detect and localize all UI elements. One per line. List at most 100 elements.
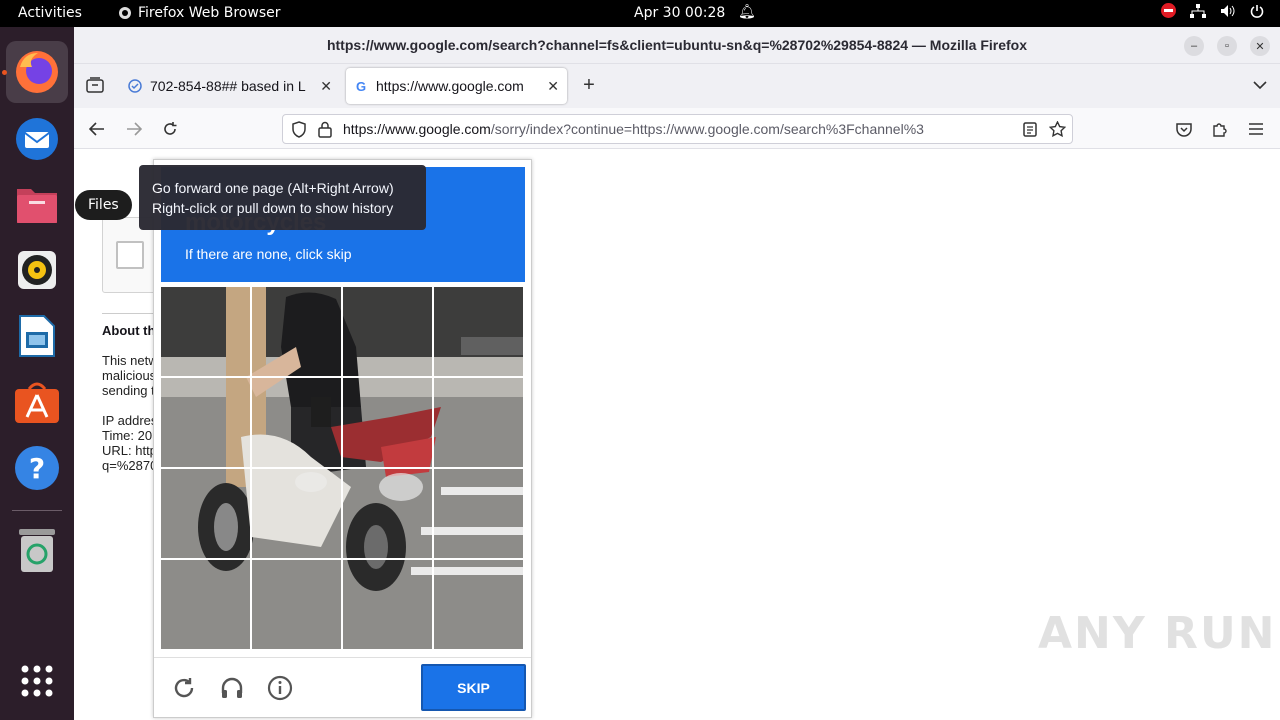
- dock-trash[interactable]: [6, 520, 68, 582]
- tile-image: [252, 560, 341, 649]
- dock-rhythmbox[interactable]: [6, 239, 68, 301]
- reload-challenge-icon[interactable]: [170, 674, 198, 702]
- back-button[interactable]: [84, 116, 110, 142]
- tile-image: [161, 469, 250, 558]
- rhythmbox-speaker-icon: [18, 251, 56, 289]
- challenge-tile[interactable]: [161, 378, 250, 467]
- dock-separator: [12, 510, 62, 511]
- challenge-tile[interactable]: [434, 560, 523, 649]
- info-icon[interactable]: [266, 674, 294, 702]
- dock-help[interactable]: ?: [6, 437, 68, 499]
- dock-firefox[interactable]: [6, 41, 68, 103]
- maximize-button[interactable]: ▫: [1217, 36, 1237, 56]
- challenge-tile[interactable]: [343, 287, 432, 376]
- activities-button[interactable]: Activities: [18, 5, 82, 21]
- about-heading: About th: [102, 323, 156, 338]
- tile-image: [161, 378, 250, 467]
- challenge-footer-divider: [154, 657, 531, 658]
- close-window-button[interactable]: ✕: [1250, 36, 1270, 56]
- network-icon: [1190, 3, 1206, 18]
- dock-thunderbird[interactable]: [6, 107, 68, 169]
- challenge-tile[interactable]: [252, 560, 341, 649]
- url-text[interactable]: https://www.google.com/sorry/index?conti…: [343, 121, 1011, 137]
- power-icon: [1250, 4, 1264, 18]
- files-folder-icon: [17, 189, 57, 223]
- firefox-small-icon: [119, 7, 131, 19]
- firefox-icon: [16, 51, 58, 93]
- window-titlebar[interactable]: https://www.google.com/search?channel=fs…: [74, 27, 1280, 64]
- challenge-tile[interactable]: [343, 378, 432, 467]
- dock-libreoffice-impress[interactable]: [6, 305, 68, 367]
- new-tab-button[interactable]: +: [576, 72, 602, 98]
- tile-image: [343, 469, 432, 558]
- tracking-protection-shield-icon[interactable]: [291, 121, 307, 138]
- tile-image: [252, 287, 341, 376]
- tile-image: [343, 560, 432, 649]
- challenge-tile[interactable]: [161, 469, 250, 558]
- tab-google[interactable]: G https://www.google.com ✕: [346, 68, 567, 104]
- extensions-puzzle-icon[interactable]: [1207, 116, 1233, 142]
- challenge-tile[interactable]: [252, 378, 341, 467]
- challenge-tile[interactable]: [343, 560, 432, 649]
- lock-icon[interactable]: [318, 121, 332, 138]
- back-arrow-icon: [89, 122, 104, 136]
- notification-bell-icon[interactable]: 🔔︎: [738, 4, 756, 20]
- pocket-icon[interactable]: [1171, 116, 1197, 142]
- forward-arrow-icon: [127, 122, 142, 136]
- minimize-button[interactable]: –: [1184, 36, 1204, 56]
- dock-files[interactable]: [6, 173, 68, 235]
- challenge-tile[interactable]: [343, 469, 432, 558]
- tab-close-icon[interactable]: ✕: [320, 78, 332, 95]
- forward-button[interactable]: [121, 116, 147, 142]
- tile-image: [161, 287, 250, 376]
- svg-text:G: G: [356, 79, 366, 93]
- url-path: /sorry/index?continue=https://www.google…: [490, 121, 924, 137]
- tile-image: [434, 287, 523, 376]
- help-icon: ?: [15, 446, 59, 490]
- clock[interactable]: Apr 30 00:28: [634, 5, 725, 21]
- bookmark-star-icon[interactable]: [1049, 121, 1066, 137]
- challenge-tile[interactable]: [434, 469, 523, 558]
- app-name-label: Firefox Web Browser: [138, 5, 281, 21]
- challenge-tile[interactable]: [161, 287, 250, 376]
- challenge-tile[interactable]: [252, 287, 341, 376]
- tile-image: [343, 287, 432, 376]
- challenge-tile[interactable]: [252, 469, 341, 558]
- dock: ?: [0, 27, 74, 720]
- tile-image: [161, 560, 250, 649]
- do-not-disturb-icon: [1161, 3, 1176, 18]
- app-center-icon: [15, 382, 59, 423]
- challenge-instruction: If there are none, click skip: [185, 246, 352, 262]
- challenge-tile[interactable]: [434, 287, 523, 376]
- hamburger-menu-icon[interactable]: [1243, 116, 1269, 142]
- tile-image: [252, 469, 341, 558]
- tab-bar: 702-854-88## based in L ✕ G https://www.…: [74, 64, 1280, 108]
- skip-button[interactable]: SKIP: [421, 664, 526, 711]
- tab-label: https://www.google.com: [376, 78, 524, 94]
- list-all-tabs-chevron-down-icon[interactable]: [1247, 72, 1273, 98]
- anyrun-watermark: ANY RUN: [1038, 608, 1277, 659]
- firefox-view-icon[interactable]: [82, 72, 108, 98]
- dock-show-apps[interactable]: [6, 650, 68, 712]
- tab-favicon-icon: [128, 79, 142, 93]
- tab-search-result[interactable]: 702-854-88## based in L ✕: [120, 68, 340, 104]
- challenge-image-grid: [161, 287, 525, 651]
- url-bar[interactable]: https://www.google.com/sorry/index?conti…: [282, 114, 1073, 144]
- dock-app-center[interactable]: [6, 371, 68, 433]
- reload-button[interactable]: [157, 116, 183, 142]
- tab-label: 702-854-88## based in L: [150, 78, 306, 94]
- app-menu[interactable]: Firefox Web Browser: [118, 5, 281, 21]
- challenge-tile[interactable]: [161, 560, 250, 649]
- reload-icon: [164, 122, 177, 135]
- reader-view-icon[interactable]: [1023, 122, 1037, 137]
- recaptcha-checkbox[interactable]: [116, 241, 144, 269]
- tab-close-icon[interactable]: ✕: [547, 78, 559, 95]
- audio-challenge-headphones-icon[interactable]: [218, 674, 246, 702]
- app-grid-icon: [21, 665, 53, 697]
- system-top-bar: Activities Firefox Web Browser Apr 30 00…: [0, 0, 1280, 27]
- svg-text:?: ?: [29, 452, 45, 485]
- request-details: IP addres Time: 20 URL: http q=%2870: [102, 413, 158, 473]
- system-tray[interactable]: [1161, 3, 1264, 18]
- challenge-tile[interactable]: [434, 378, 523, 467]
- running-indicator: [2, 70, 7, 75]
